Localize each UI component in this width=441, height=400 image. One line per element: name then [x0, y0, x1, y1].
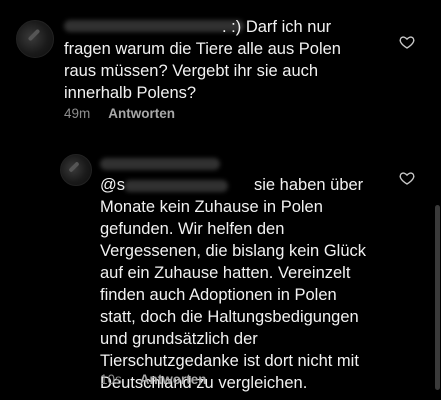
comment-text-line-9: Tierschutzgedanke ist dort nicht mit — [100, 352, 359, 370]
comment-text-line-8: und grundsätzlich der — [100, 330, 258, 348]
comment-text-line-7: statt, doch die Haltungsbedigungen — [100, 308, 359, 326]
comment-text-line-2: fragen warum die Tiere alle aus Polen — [64, 40, 341, 58]
comment-time: 10s — [100, 372, 122, 387]
comment-text-line-3: gefunden. Wir helfen den — [100, 220, 285, 238]
comment-text-line-4: innerhalb Polens? — [64, 84, 197, 102]
username-redacted — [100, 158, 220, 170]
reply-button[interactable]: Antworten — [108, 106, 175, 121]
comment-mention[interactable]: @s — [100, 174, 125, 196]
comment-text-line-4: Vergessenen, die bislang kein Glück — [100, 242, 366, 260]
comment-text-line-5: auf ein Zuhause hatten. Vereinzelt — [100, 264, 351, 282]
heart-icon[interactable] — [399, 34, 415, 50]
comment-time: 49m — [64, 106, 91, 121]
reply-button[interactable]: Antworten — [140, 372, 207, 387]
scrollbar[interactable] — [435, 205, 440, 390]
comment-text-line-1: . :) Darf ich nur — [222, 18, 332, 36]
avatar[interactable] — [16, 20, 54, 58]
comment-text-line-6: finden auch Adoptionen in Polen — [100, 286, 337, 304]
comment-2: @s sie haben über Monate kein Zuhause in… — [0, 140, 441, 400]
avatar[interactable] — [60, 154, 92, 186]
avatar-image — [68, 161, 80, 173]
mention-redacted — [124, 180, 228, 192]
comment-text-line-3: raus müssen? Vergebt ihr sie auch — [64, 62, 319, 80]
comment-text-line-2: Monate kein Zuhause in Polen — [100, 198, 323, 216]
comment-meta: 10s Antworten — [100, 372, 207, 387]
comment-meta: 49m Antworten — [64, 106, 175, 121]
comment-1: . :) Darf ich nur fragen warum die Tiere… — [0, 0, 441, 140]
username-redacted — [64, 20, 244, 32]
heart-icon[interactable] — [399, 170, 415, 186]
comment-text-line-1: sie haben über — [254, 176, 364, 194]
avatar-image — [27, 28, 41, 42]
